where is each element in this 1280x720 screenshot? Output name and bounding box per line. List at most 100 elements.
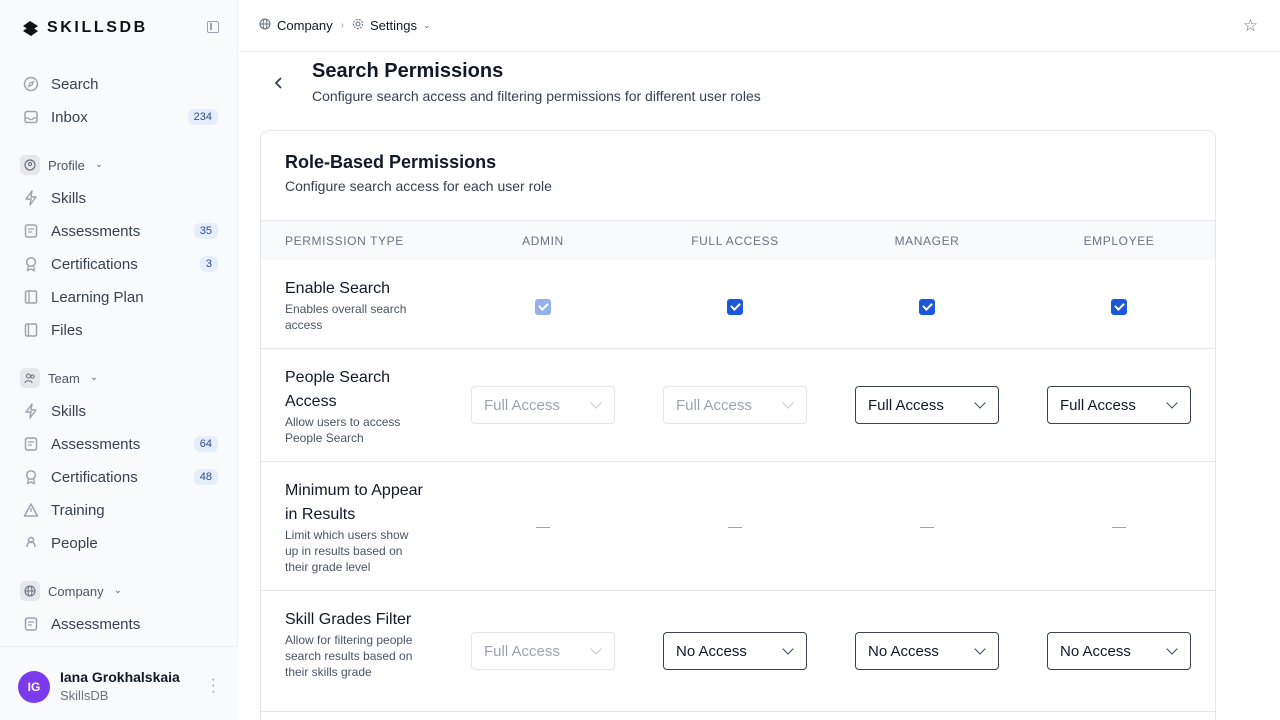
sidebar-item-profile-assessments[interactable]: Assessments 35 (20, 217, 218, 245)
sidebar-item-team-people[interactable]: People (20, 529, 218, 557)
enable-search-admin-checkbox (535, 299, 551, 315)
sidebar: SKILLSDB Search Search Inbox 234 Profile… (0, 0, 238, 720)
sidebar-section-profile[interactable]: Profile ⌄ (20, 154, 103, 176)
select-value: Full Access (868, 396, 944, 414)
sidebar-item-label: Inbox (51, 108, 88, 126)
enable-search-manager-checkbox[interactable] (919, 299, 935, 315)
people-icon (23, 535, 39, 551)
chevron-down-icon (782, 397, 794, 409)
chevron-down-icon (974, 643, 986, 655)
skill-grades-admin-select: Full Access (471, 632, 615, 670)
chevron-down-icon (782, 643, 794, 655)
select-value: Full Access (676, 396, 752, 414)
chevron-down-icon: ⌄ (113, 584, 123, 596)
user-menu[interactable]: IG Iana Grokhalskaia SkillsDB · · · (0, 646, 238, 720)
sidebar-section-team[interactable]: Team ⌄ (20, 367, 98, 389)
bolt-icon (23, 403, 39, 419)
sidebar-item-label: Skills (51, 189, 87, 207)
inbox-icon (23, 109, 39, 125)
more-vertical-icon[interactable]: · · · (211, 672, 216, 700)
empty-value-dash (728, 527, 742, 528)
sidebar-item-label: Certifications (51, 468, 138, 486)
page-subtitle: Configure search access and filtering pe… (312, 88, 761, 104)
logo[interactable]: SKILLSDB (22, 18, 219, 38)
section-label: Team (48, 370, 80, 386)
card-subtitle: Configure search access for each user ro… (285, 178, 552, 194)
table-row: People Search Access Allow users to acce… (261, 349, 1215, 462)
clipboard-icon (23, 436, 39, 452)
breadcrumb-label: Settings (369, 18, 417, 33)
row-title: People Search Access (285, 369, 390, 410)
count-badge: 35 (193, 223, 218, 239)
count-badge: 48 (193, 469, 218, 485)
sidebar-item-company-assessments[interactable]: Assessments (20, 610, 218, 638)
count-badge: 3 (199, 256, 218, 272)
triangle-icon (23, 502, 39, 518)
empty-value-dash (1112, 527, 1126, 528)
sidebar-item-team-certifications[interactable]: Certifications 48 (20, 463, 218, 491)
enable-search-full-access-checkbox[interactable] (727, 299, 743, 315)
skill-grades-employee-select[interactable]: No Access (1047, 632, 1191, 670)
section-label: Company (48, 583, 104, 599)
table-row: Skill Grades Filter Allow for filtering … (261, 591, 1215, 712)
sidebar-item-label: Skills (51, 402, 87, 420)
sidebar-item-label: Assessments (51, 435, 141, 453)
row-description: Allow users to access People Search (285, 415, 401, 445)
inbox-count-badge: 234 (187, 109, 218, 125)
sidebar-collapse-icon[interactable] (207, 21, 219, 33)
table-row: Enable Search Enables overall search acc… (261, 260, 1215, 349)
book-icon (23, 289, 39, 305)
breadcrumb-settings[interactable]: Settings ⌄ (352, 18, 431, 33)
sidebar-section-company[interactable]: Company ⌄ (20, 580, 122, 602)
row-title: Enable Search (285, 280, 390, 297)
select-value: Full Access (1060, 396, 1136, 414)
back-button[interactable] (270, 72, 288, 94)
column-header-permission-type: PERMISSION TYPE (285, 234, 404, 248)
clipboard-icon (23, 223, 39, 239)
people-search-manager-select[interactable]: Full Access (855, 386, 999, 424)
breadcrumb-separator-icon: › (340, 20, 344, 31)
people-search-employee-select[interactable]: Full Access (1047, 386, 1191, 424)
sidebar-item-team-skills[interactable]: Skills (20, 397, 218, 425)
sidebar-item-inbox[interactable]: Search Inbox 234 (20, 103, 218, 131)
file-icon (23, 322, 39, 338)
compass-icon (23, 76, 39, 92)
sidebar-item-label: People (51, 534, 98, 552)
sidebar-item-profile-files[interactable]: Files (20, 316, 218, 344)
column-header-admin: ADMIN (522, 234, 564, 248)
chevron-down-icon (1166, 397, 1178, 409)
row-description: Allow for filtering people search result… (285, 633, 413, 679)
sidebar-item-profile-skills[interactable]: Skills (20, 184, 218, 212)
sidebar-item-team-assessments[interactable]: Assessments 64 (20, 430, 218, 458)
column-header-manager: MANAGER (894, 234, 960, 248)
sidebar-item-label: Learning Plan (51, 288, 144, 306)
select-value: Full Access (484, 642, 560, 660)
skill-grades-manager-select[interactable]: No Access (855, 632, 999, 670)
chevron-down-icon: ⌄ (422, 20, 431, 30)
enable-search-employee-checkbox[interactable] (1111, 299, 1127, 315)
row-title: Skill Grades Filter (285, 611, 412, 628)
star-icon[interactable]: ☆ (1243, 16, 1258, 36)
select-value: No Access (676, 642, 747, 660)
breadcrumb-company[interactable]: Company (259, 18, 333, 33)
sidebar-item-profile-certifications[interactable]: Certifications 3 (20, 250, 218, 278)
user-circle-icon (20, 155, 40, 175)
topbar: Company › Settings ⌄ ☆ (239, 0, 1280, 52)
clipboard-icon (23, 616, 39, 632)
sidebar-item-team-training[interactable]: Training (20, 496, 218, 524)
people-search-admin-select: Full Access (471, 386, 615, 424)
skill-grades-full-access-select[interactable]: No Access (663, 632, 807, 670)
sidebar-item-label: Assessments (51, 615, 141, 633)
user-name: Iana Grokhalskaia (60, 669, 180, 685)
sidebar-item-label: Training (51, 501, 105, 519)
select-value: Full Access (484, 396, 560, 414)
row-description: Enables overall search access (285, 302, 407, 332)
award-icon (23, 469, 39, 485)
sidebar-item-search[interactable]: Search (20, 70, 218, 98)
people-search-full-access-select: Full Access (663, 386, 807, 424)
sidebar-item-label: Files (51, 321, 83, 339)
sidebar-item-profile-learning-plan[interactable]: Learning Plan (20, 283, 218, 311)
chevron-down-icon: ⌄ (94, 158, 104, 170)
role-permissions-card: Role-Based Permissions Configure search … (260, 130, 1216, 720)
chevron-left-icon (274, 77, 282, 89)
